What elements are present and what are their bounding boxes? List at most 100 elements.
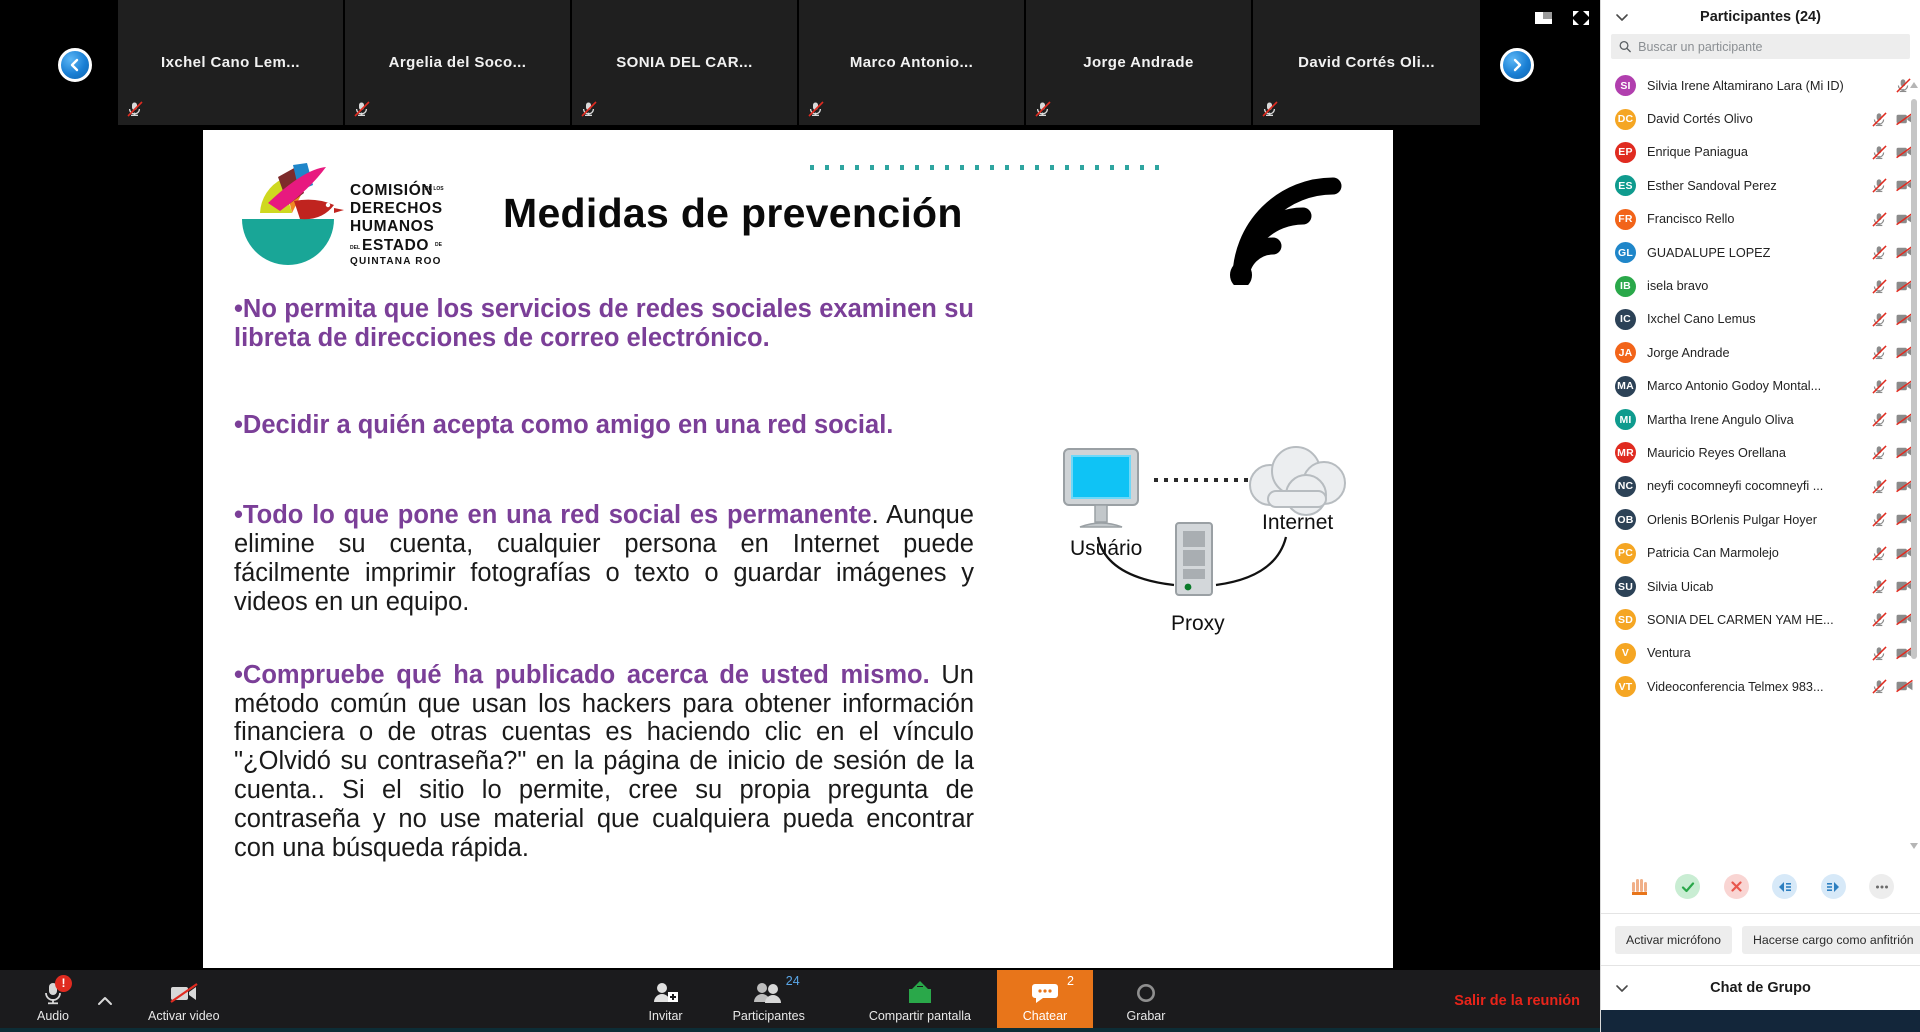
mic-off-icon[interactable] [1871, 379, 1888, 394]
slide-bullet-list: •No permita que los servicios de redes s… [234, 295, 974, 892]
video-thumbnail[interactable]: Argelia del Soco... [345, 0, 572, 125]
mic-off-icon[interactable] [1871, 111, 1888, 127]
mic-off-icon [1261, 101, 1279, 119]
raise-hand-icon-button[interactable] [1627, 874, 1652, 899]
participant-row[interactable]: MR Mauricio Reyes Orellana [1601, 436, 1920, 469]
video-thumbnail[interactable]: Marco Antonio... [799, 0, 1026, 125]
slide-title: Medidas de prevención [503, 190, 963, 236]
participant-row[interactable]: V Ventura [1601, 637, 1920, 670]
mic-off-icon[interactable] [1871, 412, 1888, 427]
unmute-mic-button[interactable]: Activar micrófono [1615, 925, 1732, 954]
video-thumbnail-name: Marco Antonio... [849, 54, 974, 71]
participant-row[interactable]: PC Patricia Can Marmolejo [1601, 536, 1920, 569]
bullet-4-rest: Un método común que usan los hackers par… [234, 660, 974, 862]
mic-off-icon[interactable] [1871, 312, 1888, 327]
mic-off-icon[interactable] [1871, 479, 1888, 494]
avatar: SU [1615, 576, 1636, 598]
mic-off-icon[interactable] [1871, 178, 1888, 193]
participant-row[interactable]: MA Marco Antonio Godoy Montal... [1601, 370, 1920, 403]
scroll-down-arrow-icon[interactable] [1910, 842, 1918, 850]
toolbar-share-screen-button[interactable]: Compartir pantalla [857, 970, 983, 1032]
participant-row[interactable]: IC Ixchel Cano Lemus [1601, 303, 1920, 336]
toolbar-video-button[interactable]: Activar video [136, 970, 232, 1032]
fullscreen-button[interactable] [1572, 10, 1592, 28]
toolbar-invite-button[interactable]: Invitar [627, 970, 705, 1032]
group-chat-header[interactable]: Chat de Grupo [1601, 966, 1920, 1010]
shared-screen-slide: COMISIÓN DE LOS DERECHOS HUMANOS DEL EST… [203, 130, 1393, 968]
toolbar-participants-button[interactable]: 24 Participantes [721, 970, 817, 1032]
more-reactions-icon [1875, 885, 1888, 888]
mic-off-icon [1872, 479, 1887, 494]
participants-scrollbar[interactable] [1910, 81, 1918, 850]
slower-button[interactable] [1772, 874, 1798, 899]
toolbar-audio-options-button[interactable] [92, 970, 118, 1032]
video-thumbnail[interactable]: Jorge Andrade [1026, 0, 1253, 125]
toolbar-record-button[interactable]: Grabar [1107, 970, 1185, 1032]
participant-row[interactable]: SD SONIA DEL CARMEN YAM HE... [1601, 603, 1920, 636]
mic-off-icon[interactable] [1871, 546, 1888, 561]
scroll-up-arrow-icon[interactable] [1910, 81, 1918, 89]
mic-off-icon[interactable] [1871, 612, 1888, 628]
chevron-up-icon [98, 997, 112, 1005]
participant-name: SONIA DEL CARMEN YAM HE... [1647, 612, 1834, 627]
avatar: NC [1615, 475, 1636, 497]
diagram-label-user: Usuário [1070, 537, 1143, 560]
mic-off-icon [1872, 445, 1887, 461]
participant-row[interactable]: SI Silvia Irene Altamirano Lara (Mi ID) [1601, 69, 1920, 102]
mic-off-icon[interactable] [1871, 646, 1888, 661]
participants-scrollbar-thumb[interactable] [1911, 99, 1917, 659]
participants-list[interactable]: SI Silvia Irene Altamirano Lara (Mi ID) DC… [1601, 67, 1920, 860]
mic-off-icon [1872, 178, 1887, 193]
participant-row[interactable]: MI Martha Irene Angulo Oliva [1601, 403, 1920, 436]
faster-button[interactable] [1820, 874, 1846, 899]
claim-host-button[interactable]: Hacerse cargo como anfitrión [1742, 925, 1920, 954]
search-input[interactable] [1638, 39, 1902, 54]
mic-off-icon[interactable] [1871, 345, 1888, 360]
participant-status-icons [1871, 579, 1913, 594]
participants-collapse-button[interactable] [1615, 9, 1629, 27]
chat-collapse-button[interactable] [1615, 980, 1629, 998]
participant-row[interactable]: GL GUADALUPE LOPEZ [1601, 236, 1920, 269]
participant-status-icons [1871, 278, 1913, 294]
avatar: PC [1615, 542, 1636, 564]
participant-name: Marco Antonio Godoy Montal... [1647, 379, 1822, 394]
mic-off-icon[interactable] [1871, 212, 1888, 227]
more-reactions-button[interactable] [1869, 874, 1895, 899]
mic-off-icon[interactable] [1871, 245, 1888, 260]
audio-alert-badge: ! [55, 974, 72, 992]
participant-row[interactable]: SU Silvia Uicab [1601, 570, 1920, 603]
participant-row[interactable]: IB isela bravo [1601, 269, 1920, 302]
video-thumbnail[interactable]: Ixchel Cano Lem... [118, 0, 345, 125]
toolbar-chat-button[interactable]: 2 Chatear [996, 970, 1093, 1032]
mic-off-icon[interactable] [1871, 278, 1888, 294]
mic-off-icon [1872, 345, 1887, 360]
video-thumbnail[interactable]: SONIA DEL CAR... [572, 0, 799, 125]
participant-row[interactable]: FR Francisco Rello [1601, 203, 1920, 236]
leave-meeting-button[interactable]: Salir de la reunión [1454, 970, 1580, 1032]
participant-search-box[interactable] [1611, 34, 1910, 59]
toolbar-audio-button[interactable]: ! Audio [14, 970, 92, 1032]
mic-off-icon[interactable] [1871, 679, 1888, 694]
mic-off-icon[interactable] [1871, 445, 1888, 461]
yes-button[interactable] [1675, 874, 1701, 899]
mic-off-icon[interactable] [1871, 145, 1888, 160]
filmstrip-next-button[interactable] [1500, 48, 1534, 82]
participant-row[interactable]: OB Orlenis BOrlenis Pulgar Hoyer [1601, 503, 1920, 536]
participant-row[interactable]: EP Enrique Paniagua [1601, 136, 1920, 169]
video-thumbnail[interactable]: David Cortés Oli... [1253, 0, 1480, 125]
video-thumbnail-strip: Ixchel Cano Lem... Argelia del Soco... SON… [118, 0, 1480, 125]
participant-row[interactable]: JA Jorge Andrade [1601, 336, 1920, 369]
mic-off-icon[interactable] [1871, 512, 1888, 527]
participant-row[interactable]: DC David Cortés Olivo [1601, 102, 1920, 135]
mic-off-icon [1035, 101, 1051, 117]
mic-off-icon [807, 101, 825, 119]
svg-text:ESTADO: ESTADO [362, 237, 429, 254]
no-button[interactable] [1723, 874, 1749, 899]
toolbar-invite-label: Invitar [648, 1008, 683, 1023]
participant-row[interactable]: NC neyfi cocomneyfi cocomneyfi ... [1601, 470, 1920, 503]
participant-row[interactable]: ES Esther Sandoval Perez [1601, 169, 1920, 202]
filmstrip-prev-button[interactable] [58, 48, 92, 82]
mic-off-icon[interactable] [1871, 579, 1888, 594]
picture-in-picture-button[interactable] [1534, 10, 1554, 28]
participant-row[interactable]: VT Videoconferencia Telmex 983... [1601, 670, 1920, 703]
